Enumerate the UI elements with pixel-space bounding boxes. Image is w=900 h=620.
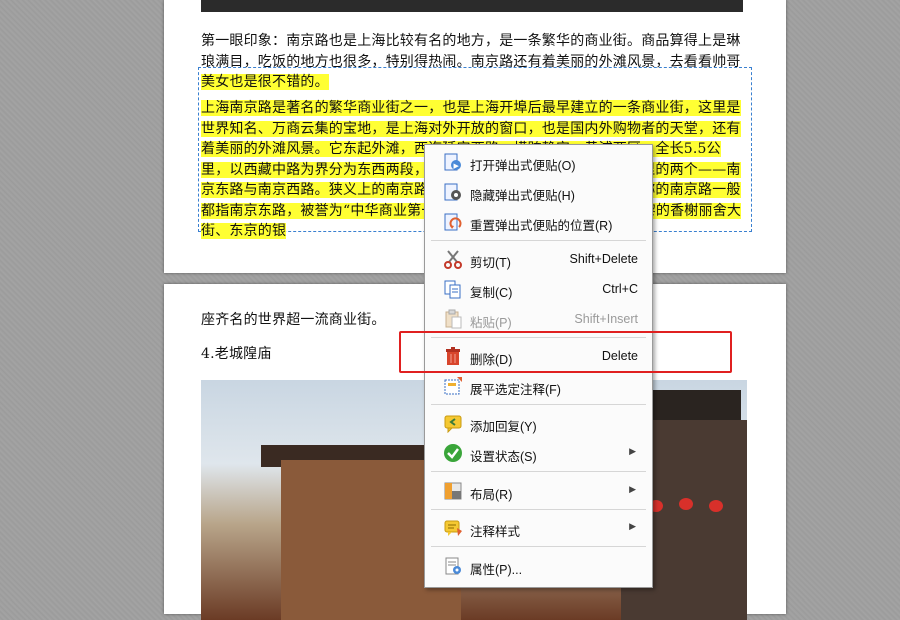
delete-emphasis-box (399, 331, 732, 373)
menu-item-open-popup[interactable]: ▶ 打开弹出式便贴(O) (425, 148, 652, 176)
menu-item-shortcut: Ctrl+C (602, 282, 638, 296)
reply-icon (443, 413, 463, 434)
menu-item-reset-popup[interactable]: 重置弹出式便贴的位置(R) (425, 208, 652, 236)
lantern-icon (679, 498, 693, 510)
menu-item-label: 属性(P)... (470, 563, 523, 577)
menu-separator (431, 509, 646, 510)
menu-item-cut[interactable]: 剪切(T) Shift+Delete (425, 245, 652, 273)
menu-separator (431, 546, 646, 547)
popup-note-open-icon: ▶ (443, 152, 463, 172)
menu-item-shortcut: Shift+Insert (574, 312, 638, 326)
menu-item-label: 设置状态(S) (470, 450, 537, 464)
properties-icon (443, 556, 463, 576)
menu-item-set-status[interactable]: 设置状态(S) ▶ (425, 439, 652, 467)
menu-item-layout[interactable]: 布局(R) ▶ (425, 477, 652, 505)
submenu-arrow-icon: ▶ (629, 521, 636, 531)
menu-item-hide-popup[interactable]: 隐藏弹出式便贴(H) (425, 178, 652, 206)
menu-item-shortcut: Shift+Delete (569, 252, 638, 266)
menu-item-label: 添加回复(Y) (470, 420, 537, 434)
menu-item-label: 重置弹出式便贴的位置(R) (470, 219, 613, 233)
menu-item-paste[interactable]: 粘贴(P) Shift+Insert (425, 305, 652, 333)
menu-item-label: 粘贴(P) (470, 316, 512, 330)
menu-item-label: 打开弹出式便贴(O) (470, 159, 576, 173)
menu-item-label: 展平选定注释(F) (470, 383, 561, 397)
menu-item-add-reply[interactable]: 添加回复(Y) (425, 409, 652, 437)
menu-item-label: 注释样式 (470, 525, 521, 539)
status-check-icon (443, 443, 463, 463)
menu-separator (431, 471, 646, 472)
lantern-icon (709, 500, 723, 512)
popup-note-hide-icon (443, 182, 463, 202)
menu-item-label: 隐藏弹出式便贴(H) (470, 189, 575, 203)
menu-item-properties[interactable]: 属性(P)... (425, 552, 652, 580)
layout-icon (443, 481, 463, 501)
scissors-icon (443, 249, 463, 269)
pdf-viewer: 第一眼印象：南京路也是上海比较有名的地方，是一条繁华的商业街。商品算得上是琳琅满… (0, 0, 900, 620)
menu-item-comment-style[interactable]: 注释样式 ▶ (425, 514, 652, 542)
popup-note-reset-icon (443, 212, 463, 232)
svg-text:▶: ▶ (454, 162, 460, 170)
paste-icon (443, 309, 463, 329)
submenu-arrow-icon: ▶ (629, 484, 636, 494)
copy-icon (443, 279, 463, 299)
paragraph-text: 第一眼印象：南京路也是上海比较有名的地方，是一条繁华的商业街。商品算得上是琳琅满… (201, 33, 741, 70)
page-image-bottom-edge (201, 0, 743, 12)
menu-item-label: 剪切(T) (470, 256, 511, 270)
menu-item-label: 复制(C) (470, 286, 513, 300)
menu-item-flatten[interactable]: 展平选定注释(F) (425, 372, 652, 400)
menu-item-copy[interactable]: 复制(C) Ctrl+C (425, 275, 652, 303)
menu-separator (431, 240, 646, 241)
submenu-arrow-icon: ▶ (629, 446, 636, 456)
menu-separator (431, 404, 646, 405)
comment-style-icon (443, 518, 463, 538)
flatten-icon (443, 376, 463, 396)
menu-item-label: 布局(R) (470, 488, 513, 502)
